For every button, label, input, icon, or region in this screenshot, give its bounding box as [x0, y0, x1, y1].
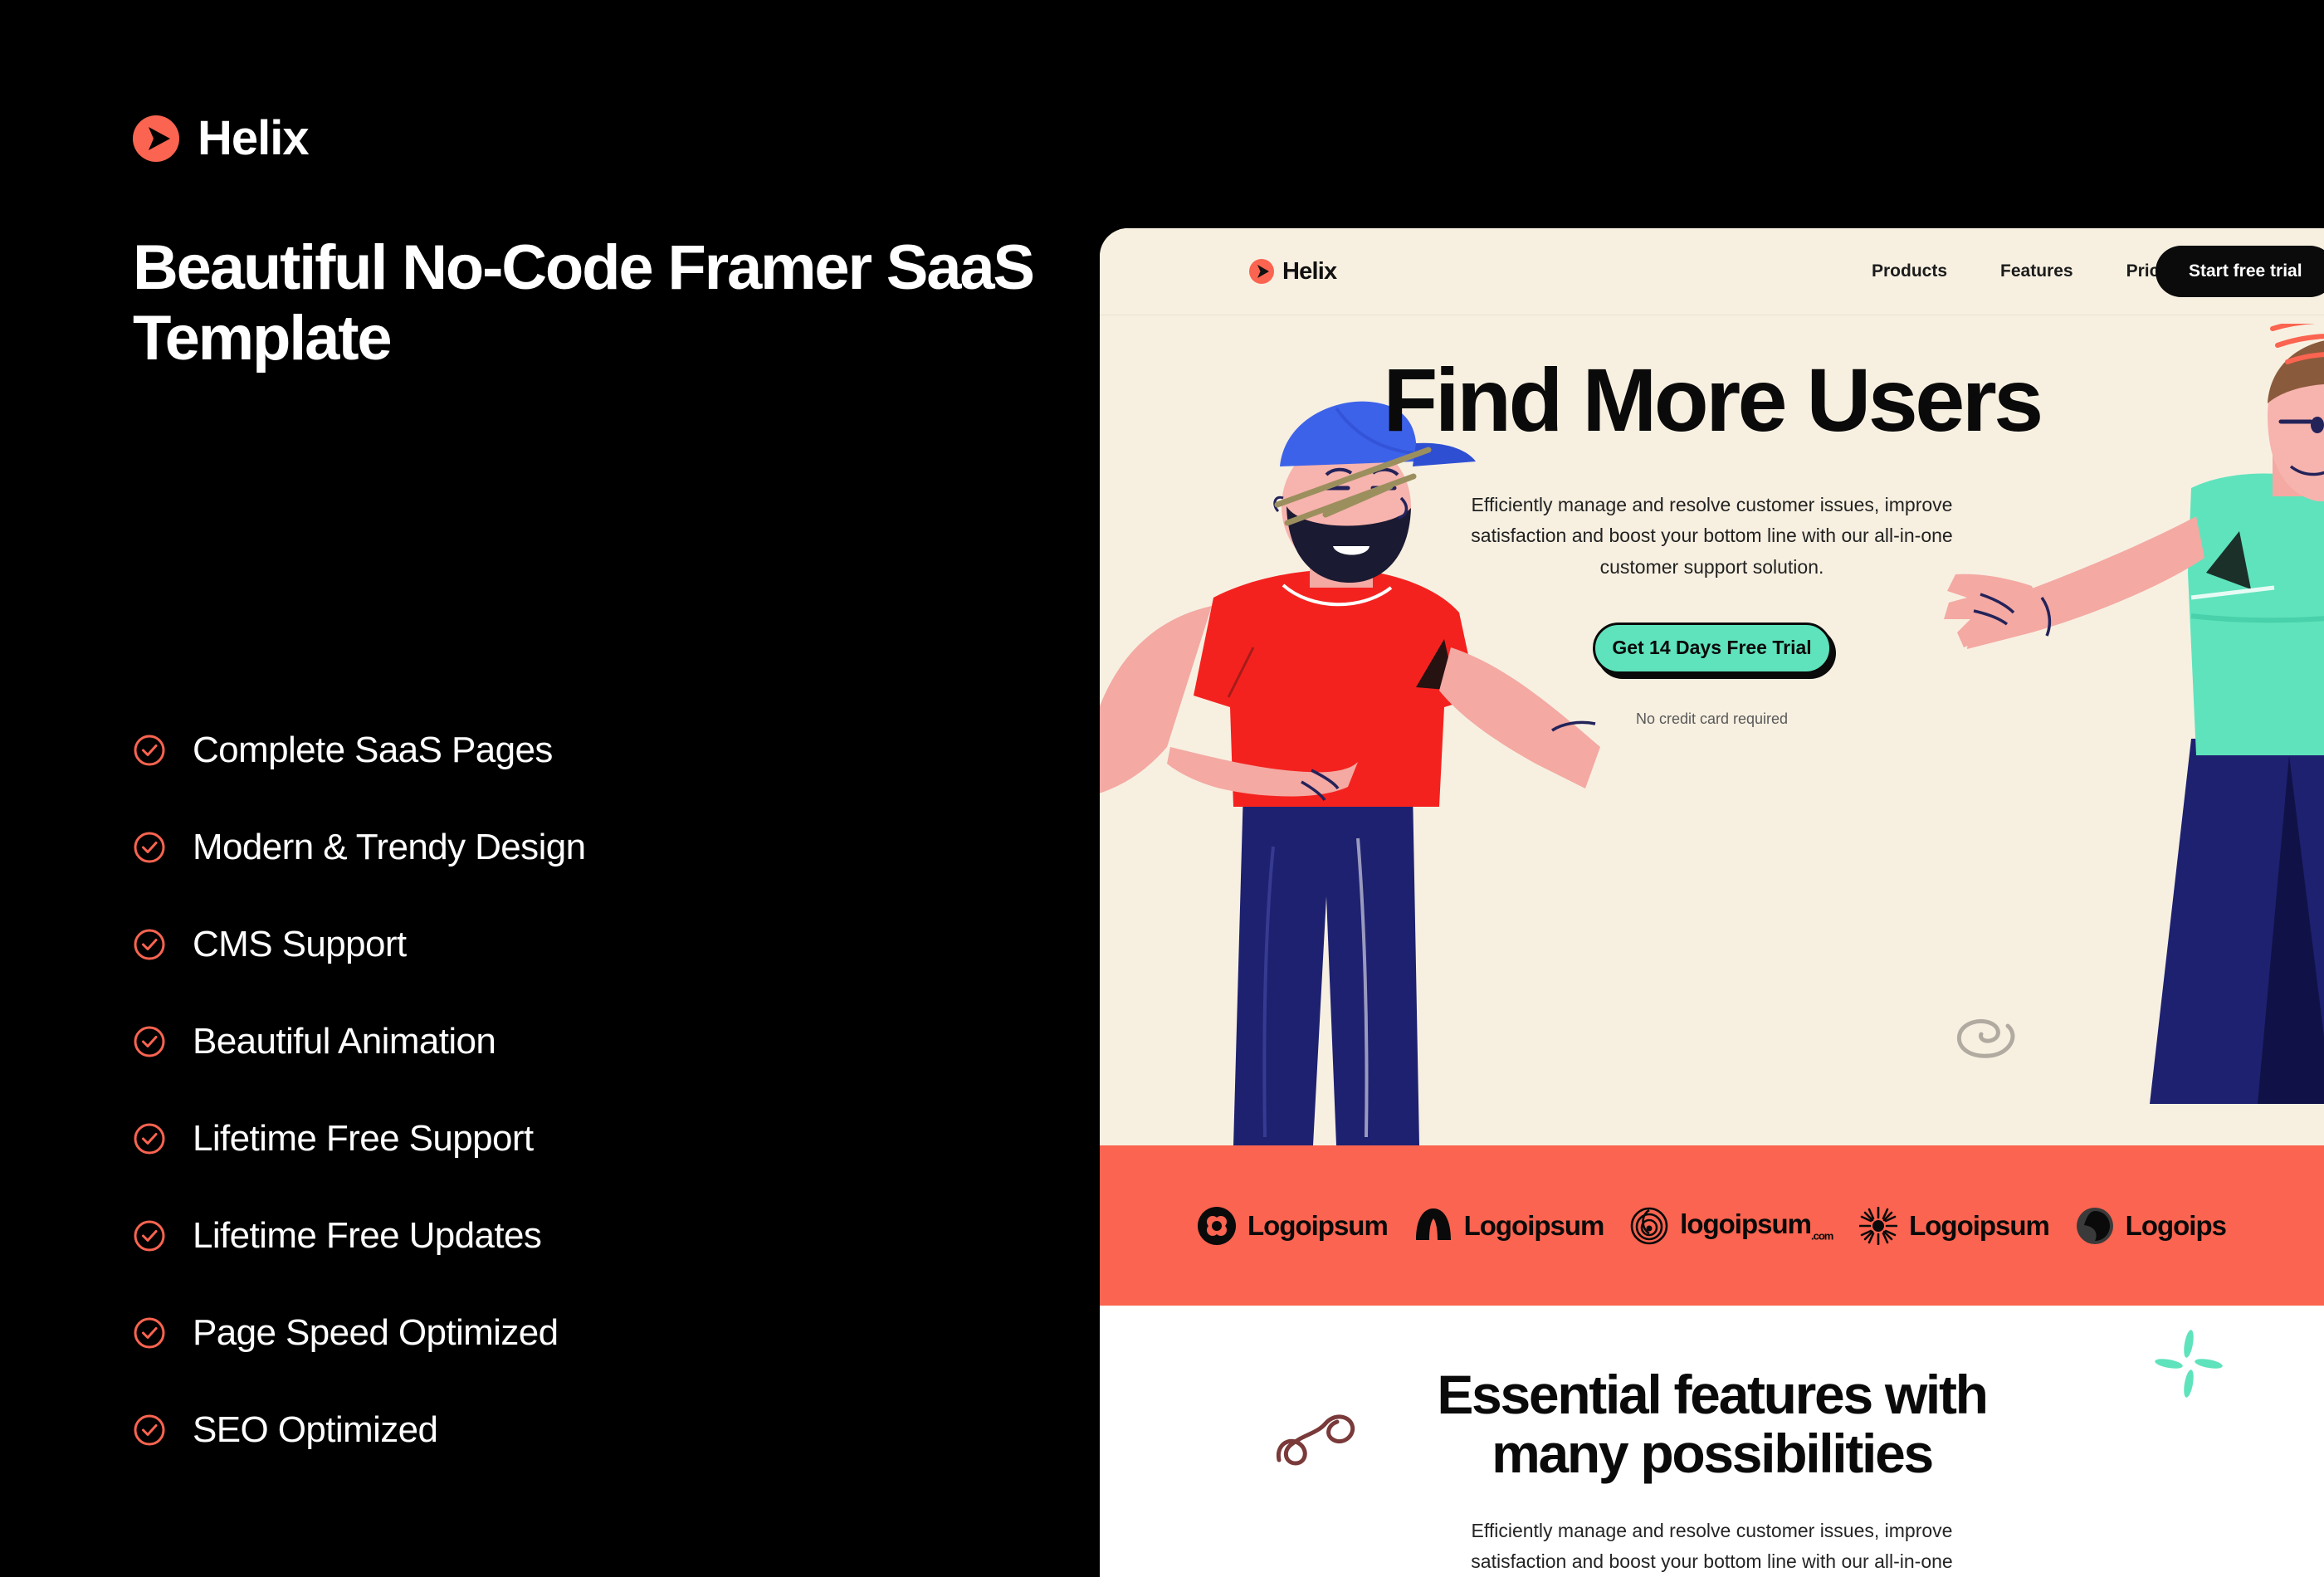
check-circle-icon [133, 1316, 166, 1350]
list-item: SEO Optimized [133, 1381, 1046, 1478]
logo-word: Logoipsum [1247, 1209, 1389, 1241]
page-title: Beautiful No-Code Framer SaaS Template [133, 232, 1035, 374]
check-circle-icon [133, 831, 166, 864]
list-item: Page Speed Optimized [133, 1284, 1046, 1381]
feature-label: Lifetime Free Support [193, 1117, 534, 1159]
feature-label: Beautiful Animation [193, 1020, 496, 1062]
nav-link-products[interactable]: Products [1872, 261, 1947, 281]
check-circle-icon [133, 1219, 166, 1252]
logo-item: Logoipsum [1198, 1206, 1389, 1245]
feature-label: Complete SaaS Pages [193, 729, 553, 770]
spiral-squiggle-decor-icon [1945, 996, 2036, 1071]
check-circle-icon [133, 1122, 166, 1155]
feature-label: SEO Optimized [193, 1409, 438, 1450]
features-section: Essential features with many possibiliti… [1100, 1306, 2324, 1577]
sunburst-mark-icon [1858, 1206, 1898, 1245]
feature-label: Page Speed Optimized [193, 1311, 559, 1353]
nav-link-features[interactable]: Features [2000, 261, 2073, 281]
sparkle-decor-icon [2149, 1324, 2229, 1404]
play-circle-icon [1249, 259, 1274, 284]
arch-mark-icon [1414, 1207, 1452, 1245]
features-subheading: Efficiently manage and resolve customer … [1471, 1519, 1953, 1572]
list-item: Modern & Trendy Design [133, 798, 1046, 896]
check-circle-icon [133, 734, 166, 767]
list-item: Lifetime Free Updates [133, 1187, 1046, 1284]
logo-word: Logoipsum [1909, 1209, 2050, 1241]
check-circle-icon [133, 1413, 166, 1447]
logo-item: logoipsum.com [1630, 1207, 1833, 1245]
hero-copy: Find More Users Efficiently manage and r… [1100, 355, 2324, 728]
hero-section: Find More Users Efficiently manage and r… [1100, 315, 2324, 1145]
list-item: Beautiful Animation [133, 993, 1046, 1090]
hero-note: No credit card required [1635, 710, 1789, 727]
logo-item: Logoipsum [1414, 1207, 1604, 1245]
logo-item: Logoips [2076, 1207, 2227, 1245]
site-logo-label: Helix [1282, 257, 1337, 285]
logo-word: Logoipsum [1463, 1209, 1605, 1241]
logo-item: Logoipsum [1858, 1206, 2050, 1245]
logo-word-suffix: .com [1810, 1229, 1833, 1243]
list-item: CMS Support [133, 896, 1046, 993]
check-circle-icon [133, 928, 166, 961]
brand-lockup: Helix [133, 111, 310, 165]
feature-label: Lifetime Free Updates [193, 1214, 542, 1256]
logo-word-text: logoipsum [1680, 1208, 1812, 1240]
get-free-trial-button[interactable]: Get 14 Days Free Trial [1592, 622, 1832, 674]
hero-subheading: Efficiently manage and resolve customer … [1471, 494, 1953, 578]
feature-label: CMS Support [193, 923, 407, 964]
loop-squiggle-decor-icon [1274, 1397, 1365, 1472]
concentric-spiral-mark-icon [1630, 1207, 1668, 1245]
feature-list: Complete SaaS Pages Modern & Trendy Desi… [133, 701, 1046, 1478]
check-circle-icon [133, 1025, 166, 1058]
flower-circle-mark-icon [1198, 1206, 1236, 1245]
hero-heading: Find More Users [1383, 349, 2043, 450]
brand-name: Helix [198, 111, 310, 165]
client-logo-band: Logoipsum Logoipsum logoipsum.com Logoip… [1100, 1145, 2324, 1306]
promo-panel: Helix Beautiful No-Code Framer SaaS Temp… [0, 0, 1100, 1577]
feature-label: Modern & Trendy Design [193, 826, 586, 867]
start-free-trial-button[interactable]: Start free trial [2156, 246, 2324, 297]
screenshot-root: Helix Beautiful No-Code Framer SaaS Temp… [0, 0, 2324, 1577]
list-item: Lifetime Free Support [133, 1090, 1046, 1187]
logo-word: logoipsum.com [1680, 1208, 1833, 1243]
site-logo[interactable]: Helix [1249, 257, 1337, 286]
website-mockup: Helix Products Features Pricing Support … [1100, 228, 2324, 1577]
logo-word: Logoips [2125, 1209, 2227, 1241]
swoosh-circle-mark-icon [2076, 1207, 2114, 1245]
list-item: Complete SaaS Pages [133, 701, 1046, 798]
site-navbar: Helix Products Features Pricing Support … [1100, 228, 2324, 315]
play-circle-icon [133, 115, 179, 162]
